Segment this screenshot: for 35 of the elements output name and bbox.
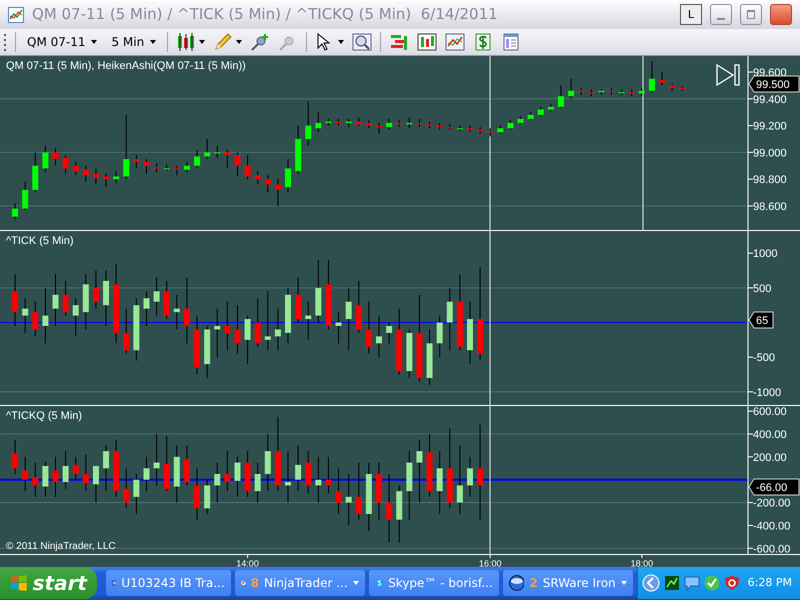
panel-title: QM 07-11 (5 Min), HeikenAshi(QM 07-11 (5 Min)) [6,60,246,72]
axis-label: 600.00 [753,406,787,418]
layout-button[interactable]: L [680,4,702,25]
taskbar-button[interactable]: 2 SRWare Iron [502,570,633,596]
panel-title: ^TICKQ (5 Min) [6,410,82,422]
axis-label: -1000 [753,386,782,399]
taskbar-button[interactable]: Skype™ - borisf... [368,570,499,596]
axis-label: 1000 [753,248,778,260]
axis-label: 99.000 [753,147,787,160]
time-label: 16:00 [478,558,502,567]
price-marker: 65 [748,312,774,328]
axis-label: -600.00 [753,543,790,556]
axis-label: 98.600 [753,200,787,213]
axis-label: -500 [753,352,776,364]
axis-label: 200.00 [753,452,787,464]
axis-label: 400.00 [753,429,787,441]
window-title: QM 07-11 (5 Min) / ^TICK (5 Min) / ^TICKQ (5 Min) 6/14/2011 [32,4,498,26]
time-label: 18:00 [630,558,654,567]
axis-label: 99.200 [753,120,787,133]
taskbar-button[interactable]: 8 NinjaTrader ... [234,570,365,596]
copyright-text: © 2011 NinjaTrader, LLC [6,541,116,552]
taskbar-button[interactable]: U103243 IB Tra... [106,570,231,596]
panel-title: ^TICK (5 Min) [6,235,74,247]
axis-label: -200.00 [753,498,790,510]
axis-label: 99.400 [753,94,787,106]
start-button[interactable]: start [0,567,97,599]
interval-dropdown[interactable]: 5 Min [108,33,160,51]
price-marker: 99.500 [748,76,800,92]
instrument-dropdown[interactable]: QM 07-11 [24,33,100,51]
axis-label: -400.00 [753,520,790,532]
axis-label: 98.800 [753,174,787,186]
axis-label: 500 [753,282,772,295]
price-marker: -66.00 [748,478,800,496]
clock-text: 6:28 PM [748,574,792,591]
time-label: 14:00 [236,558,259,567]
